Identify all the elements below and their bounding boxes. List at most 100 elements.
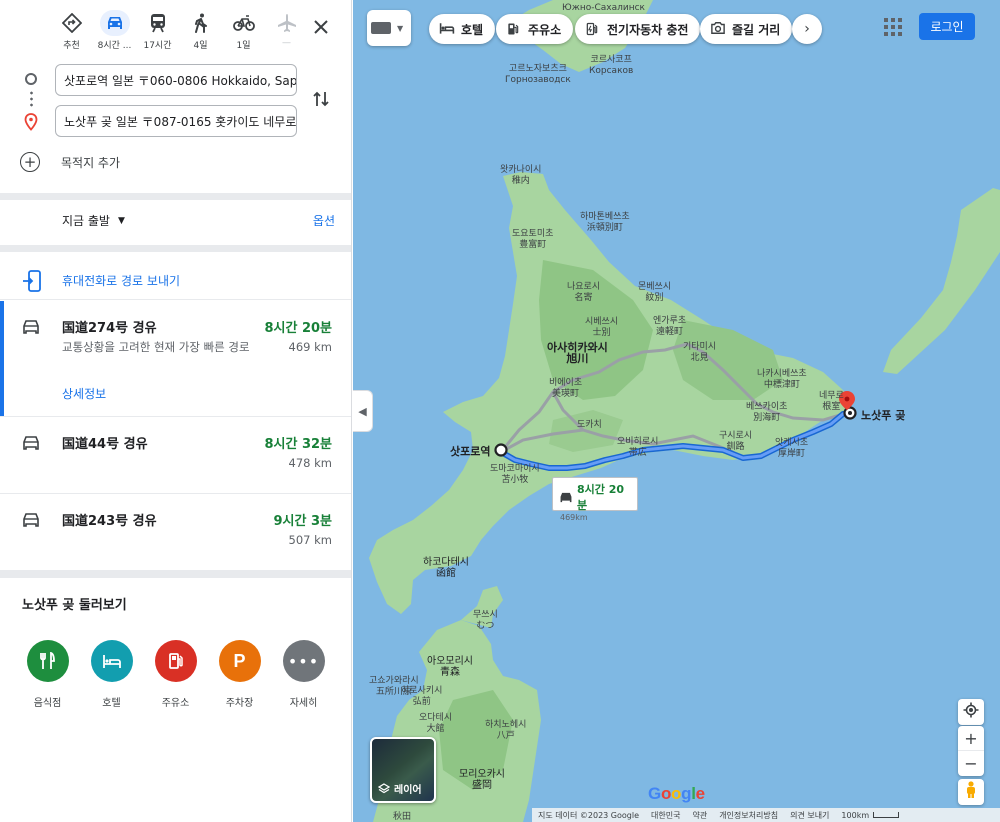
map-label-betsukai: 베쓰카이초 別海町: [746, 402, 788, 423]
map-label-hamatonbetsu: 하마톤베쓰초 浜頓別町: [580, 212, 630, 233]
route-time: 8시간 32분: [264, 437, 332, 452]
map-label-sapporo: 삿포로역: [450, 445, 491, 458]
map-label-gornozavodsk: 고르노자보츠크 Горнозаводск: [505, 64, 571, 85]
chip-gas-station[interactable]: 주유소: [496, 14, 574, 44]
input-tools-button[interactable]: ▼: [367, 10, 411, 46]
chips-scroll-right-button[interactable]: ›: [792, 14, 822, 44]
explore-more-button[interactable]: ••• 자세히: [282, 640, 325, 709]
layers-icon: [377, 782, 391, 795]
map-footer: 지도 데이터 ©2023 Google 대한민국 약관 개인정보처리방침 의견 …: [532, 808, 1000, 822]
map-label-odate: 오다테시 大館: [419, 713, 453, 734]
mode-label: 1일: [236, 41, 251, 51]
country-link[interactable]: 대한민국: [651, 810, 680, 821]
depart-label: 지금 출발: [62, 214, 110, 228]
route-distance: 469 km: [288, 340, 332, 354]
google-apps-icon[interactable]: [884, 18, 902, 36]
login-button[interactable]: 로그인: [919, 13, 975, 40]
route-time: 8시간 20분: [264, 321, 332, 336]
collapse-panel-button[interactable]: ◀: [353, 390, 373, 432]
diamond-turn-icon: [59, 10, 85, 36]
map-data-attribution: 지도 데이터 ©2023 Google: [538, 810, 639, 820]
route-option-2[interactable]: 国道44号 경유 8시간 32분 478 km: [0, 417, 351, 494]
divider: [0, 193, 351, 200]
scale-bar[interactable]: 100km: [841, 810, 900, 820]
train-icon: [145, 10, 171, 36]
map-label-sakhalin: Южно-Сахалинск: [562, 3, 645, 13]
explore-label: 주유소: [161, 698, 190, 709]
layers-button[interactable]: 레이어: [370, 737, 436, 803]
mode-flight[interactable]: —: [265, 10, 308, 51]
route-distance: 507 km: [288, 533, 332, 547]
map-label-akita: 秋田: [393, 812, 412, 822]
route-option-1[interactable]: 国道274号 경유 8시간 20분 교통상황을 고려한 현재 가장 빠른 경로 …: [0, 301, 351, 417]
terms-link[interactable]: 약관: [692, 810, 707, 821]
map-label-akkeshi: 앗케시초 厚岸町: [775, 438, 809, 459]
mode-bicycle[interactable]: 1일: [222, 10, 265, 51]
map-label-morioka: 모리오카시 盛岡: [459, 769, 505, 791]
explore-label: 음식점: [33, 698, 62, 709]
parking-icon: P: [218, 640, 261, 682]
pegman-icon: [965, 781, 977, 803]
map-label-nemuro: 네무로 根室: [819, 391, 844, 412]
send-to-phone-button[interactable]: 휴대전화로 경로 보내기: [0, 262, 351, 300]
explore-gas-button[interactable]: 주유소: [154, 640, 197, 709]
street-view-pegman[interactable]: [958, 779, 984, 805]
route-option-3[interactable]: 国道243号 경유 9시간 3분 507 km: [0, 494, 351, 571]
route-info-card[interactable]: 8시간 20분 469km: [552, 477, 638, 522]
map-label-engaru: 엔가루초 遠軽町: [653, 316, 687, 337]
add-destination-button[interactable]: + 목적지 추가: [20, 152, 120, 172]
route-details-link[interactable]: 상세정보: [62, 385, 106, 402]
route-time: 9시간 3분: [273, 514, 333, 529]
explore-hotel-button[interactable]: 호텔: [90, 640, 133, 709]
route-distance: 478 km: [288, 456, 332, 470]
map-label-hakodate: 하코다테시 函館: [423, 557, 469, 579]
divider: [0, 245, 351, 252]
car-icon: [559, 492, 573, 503]
options-button[interactable]: 옵션: [313, 212, 335, 229]
chip-ev-charging[interactable]: 전기자동차 충전: [575, 14, 701, 44]
mode-label: —: [282, 38, 291, 48]
map-label-aomori: 아오모리시 青森: [427, 656, 473, 678]
start-point-input[interactable]: 삿포로역 일본 〒060-0806 Hokkaido, Sapporo, Kit…: [55, 64, 297, 96]
explore-restaurant-button[interactable]: 음식점: [26, 640, 69, 709]
close-icon[interactable]: [310, 16, 332, 38]
start-point-icon: [25, 73, 37, 85]
map-label-nayoro: 나요로시 名寄: [567, 282, 601, 303]
destination-pin-icon: [23, 113, 39, 131]
explore-label: 호텔: [102, 698, 121, 709]
map-label-kitami: 기타미시 北見: [683, 342, 717, 363]
car-icon: [22, 319, 40, 334]
chip-label: 주유소: [528, 22, 562, 37]
bicycle-icon: [231, 10, 257, 36]
map-label-hachinohe: 하치노헤시 八戸: [485, 720, 527, 741]
explore-parking-button[interactable]: P 주차장: [218, 640, 261, 709]
zoom-out-button[interactable]: −: [958, 751, 984, 776]
chip-hotel[interactable]: 호텔: [429, 14, 496, 44]
map-label-obihiro: 오비히로시 帯広: [617, 437, 659, 458]
depart-time-dropdown[interactable]: 지금 출발 ▼: [62, 212, 125, 229]
map-label-shibetsu: 시베쓰시 士別: [585, 317, 619, 338]
ev-charger-icon: [585, 21, 601, 37]
layers-label: 레이어: [394, 785, 422, 796]
map-label-nosappu: 노삿푸 곶: [861, 409, 906, 422]
gas-station-icon: [506, 21, 522, 37]
feedback-link[interactable]: 의견 보내기: [790, 810, 829, 821]
car-icon: [22, 435, 40, 450]
privacy-link[interactable]: 개인정보처리방침: [719, 810, 778, 821]
mode-walk[interactable]: 4일: [179, 10, 222, 51]
scale-label: 100km: [841, 810, 870, 820]
my-location-button[interactable]: [958, 699, 984, 725]
explore-title: 노삿푸 곶 둘러보기: [22, 598, 127, 613]
chip-things-to-do[interactable]: 즐길 거리: [700, 14, 793, 44]
car-icon: [99, 10, 130, 36]
mode-transit[interactable]: 17시간: [136, 10, 179, 51]
swap-endpoints-icon[interactable]: [310, 88, 332, 110]
mode-label: 17시간: [143, 41, 172, 51]
mode-drive[interactable]: 8시간 ...: [93, 10, 136, 51]
caret-down-icon: ▼: [397, 23, 404, 33]
map-label-korsakov: 코르사코프 Корсаков: [589, 55, 634, 76]
map-canvas[interactable]: Южно-Сахалинск 코르사코프 Корсаков 고르노자보츠크 Горн…: [353, 0, 1000, 822]
zoom-in-button[interactable]: +: [958, 726, 984, 751]
destination-input[interactable]: 노삿푸 곶 일본 〒087-0165 홋카이도 네무로시: [55, 105, 297, 137]
mode-recommended[interactable]: 추천: [50, 10, 93, 51]
